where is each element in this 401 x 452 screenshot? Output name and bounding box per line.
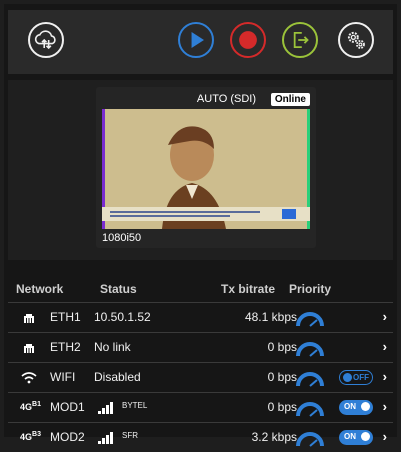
cloud-upload-button[interactable] — [28, 22, 64, 58]
network-row-eth2[interactable]: ETH2 No link 0 bps › — [8, 333, 393, 362]
settings-button[interactable] — [338, 22, 374, 58]
toolbar — [8, 10, 393, 74]
tx-bitrate: 3.2 kbps — [251, 430, 297, 444]
toggle-knob — [361, 402, 370, 411]
interface-name: WIFI — [50, 370, 76, 384]
toggle-knob — [361, 432, 370, 441]
mod1-toggle[interactable]: ON — [339, 400, 373, 415]
toggle-label: ON — [344, 402, 356, 411]
interface-status: No link — [94, 340, 131, 354]
wifi-toggle[interactable]: OFF — [339, 370, 373, 385]
chevron-right-icon[interactable]: › — [383, 339, 387, 354]
interface-status: Disabled — [94, 370, 141, 384]
carrier-name: BYTEL — [122, 401, 148, 410]
toggle-knob — [343, 373, 352, 382]
portrait-image — [102, 109, 310, 229]
modem-tech-tag: 4GB1 — [20, 401, 41, 412]
play-icon — [191, 32, 204, 48]
record-button[interactable] — [230, 22, 266, 58]
toggle-label: OFF — [353, 373, 369, 382]
video-preview-card[interactable]: AUTO (SDI) Online 1080i50 — [96, 87, 316, 248]
play-button[interactable] — [178, 22, 214, 58]
carrier-name: SFR — [122, 431, 138, 440]
priority-gauge-icon[interactable] — [295, 368, 325, 388]
video-thumbnail — [102, 109, 310, 229]
status-column-header: Status — [100, 282, 137, 296]
network-row-mod1[interactable]: 4GB1 MOD1 BYTEL 0 bps ON › — [8, 393, 393, 422]
preview-panel: AUTO (SDI) Online 1080i50 — [8, 80, 393, 260]
chevron-right-icon[interactable]: › — [383, 309, 387, 324]
priority-gauge-icon[interactable] — [295, 308, 325, 328]
modem-tech-tag: 4GB3 — [20, 431, 41, 442]
wifi-icon — [21, 372, 37, 384]
signal-icon — [98, 402, 114, 414]
tx-bitrate: 0 bps — [267, 370, 297, 384]
priority-gauge-icon[interactable] — [295, 338, 325, 358]
tx-bitrate-column-header: Tx bitrate — [221, 282, 276, 296]
network-row-wifi[interactable]: WIFI Disabled 0 bps OFF › — [8, 363, 393, 392]
interface-name: ETH2 — [50, 340, 81, 354]
interface-status: 10.50.1.52 — [94, 310, 151, 324]
network-column-header: Network — [16, 282, 64, 296]
online-status-badge: Online — [270, 93, 310, 106]
gears-icon — [347, 31, 365, 49]
record-icon — [239, 31, 257, 49]
signal-icon — [98, 432, 114, 444]
interface-name: ETH1 — [50, 310, 81, 324]
priority-gauge-icon[interactable] — [295, 428, 325, 448]
tx-bitrate: 0 bps — [267, 400, 297, 414]
export-button[interactable] — [282, 22, 318, 58]
ethernet-icon — [24, 314, 34, 323]
input-mode-label: AUTO (SDI) — [196, 93, 256, 105]
network-row-eth1[interactable]: ETH1 10.50.1.52 48.1 kbps › — [8, 303, 393, 332]
chevron-right-icon[interactable]: › — [383, 399, 387, 414]
priority-column-header: Priority — [289, 282, 332, 296]
priority-gauge-icon[interactable] — [295, 398, 325, 418]
interface-name: MOD2 — [50, 430, 85, 444]
chevron-right-icon[interactable]: › — [383, 429, 387, 444]
chevron-right-icon[interactable]: › — [383, 369, 387, 384]
ethernet-icon — [24, 344, 34, 353]
network-table-header: Network Status Tx bitrate Priority — [8, 280, 393, 300]
export-icon — [293, 32, 309, 48]
toggle-label: ON — [344, 432, 356, 441]
interface-name: MOD1 — [50, 400, 85, 414]
cloud-upload-icon — [34, 30, 56, 50]
mod2-toggle[interactable]: ON — [339, 430, 373, 445]
tx-bitrate: 0 bps — [267, 340, 297, 354]
tx-bitrate: 48.1 kbps — [244, 310, 297, 324]
resolution-label: 1080i50 — [102, 232, 142, 244]
network-row-mod2[interactable]: 4GB3 MOD2 SFR 3.2 kbps ON › — [8, 423, 393, 452]
